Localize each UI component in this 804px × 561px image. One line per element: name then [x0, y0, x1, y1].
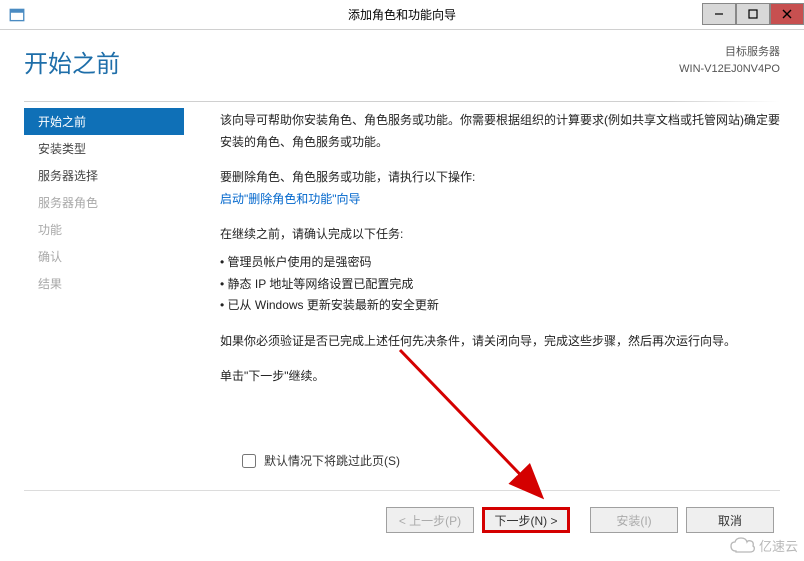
footer-separator [24, 490, 780, 491]
window-title: 添加角色和功能向导 [348, 6, 456, 23]
minimize-button[interactable] [702, 3, 736, 25]
page-title: 开始之前 [24, 44, 120, 79]
tasks-list: 管理员帐户使用的是强密码 静态 IP 地址等网络设置已配置完成 已从 Windo… [220, 252, 780, 317]
watermark: 亿速云 [729, 536, 798, 555]
sidebar: 开始之前 安装类型 服务器选择 服务器角色 功能 确认 结果 [24, 102, 184, 482]
remove-wizard-link[interactable]: 启动"删除角色和功能"向导 [220, 189, 780, 211]
task-item: 管理员帐户使用的是强密码 [220, 252, 780, 274]
titlebar: 添加角色和功能向导 [0, 0, 804, 30]
target-label: 目标服务器 [679, 44, 780, 61]
cancel-button[interactable]: 取消 [686, 507, 774, 533]
sidebar-item-install-type[interactable]: 安装类型 [24, 135, 184, 162]
sidebar-item-confirm: 确认 [24, 243, 184, 270]
target-value: WIN-V12EJ0NV4PO [679, 61, 780, 78]
header: 开始之前 目标服务器 WIN-V12EJ0NV4PO [0, 30, 804, 101]
close-button[interactable] [770, 3, 804, 25]
intro-text: 该向导可帮助你安装角色、角色服务或功能。你需要根据组织的计算要求(例如共享文档或… [220, 110, 780, 153]
target-server-info: 目标服务器 WIN-V12EJ0NV4PO [679, 44, 780, 77]
body: 开始之前 安装类型 服务器选择 服务器角色 功能 确认 结果 该向导可帮助你安装… [0, 102, 804, 482]
task-item: 静态 IP 地址等网络设置已配置完成 [220, 274, 780, 296]
sidebar-item-server-roles: 服务器角色 [24, 189, 184, 216]
sidebar-item-features: 功能 [24, 216, 184, 243]
main-content: 该向导可帮助你安装角色、角色服务或功能。你需要根据组织的计算要求(例如共享文档或… [184, 102, 780, 482]
watermark-text: 亿速云 [759, 536, 798, 555]
maximize-button[interactable] [736, 3, 770, 25]
button-bar: < 上一步(P) 下一步(N) > 安装(I) 取消 [386, 507, 774, 533]
window-controls [702, 5, 804, 25]
sidebar-item-before-you-begin[interactable]: 开始之前 [24, 108, 184, 135]
sidebar-item-results: 结果 [24, 270, 184, 297]
tasks-label: 在继续之前，请确认完成以下任务: [220, 224, 780, 246]
skip-page-checkbox-row[interactable]: 默认情况下将跳过此页(S) [242, 452, 400, 469]
remove-label: 要删除角色、角色服务或功能，请执行以下操作: [220, 167, 780, 189]
task-item: 已从 Windows 更新安装最新的安全更新 [220, 295, 780, 317]
skip-page-checkbox[interactable] [242, 454, 256, 468]
previous-button: < 上一步(P) [386, 507, 474, 533]
app-icon [8, 6, 26, 24]
next-button[interactable]: 下一步(N) > [482, 507, 570, 533]
continue-note: 单击"下一步"继续。 [220, 366, 780, 388]
skip-page-label: 默认情况下将跳过此页(S) [264, 452, 400, 469]
validation-note: 如果你必须验证是否已完成上述任何先决条件，请关闭向导，完成这些步骤，然后再次运行… [220, 331, 780, 353]
sidebar-item-server-selection[interactable]: 服务器选择 [24, 162, 184, 189]
cloud-icon [729, 537, 755, 555]
install-button: 安装(I) [590, 507, 678, 533]
